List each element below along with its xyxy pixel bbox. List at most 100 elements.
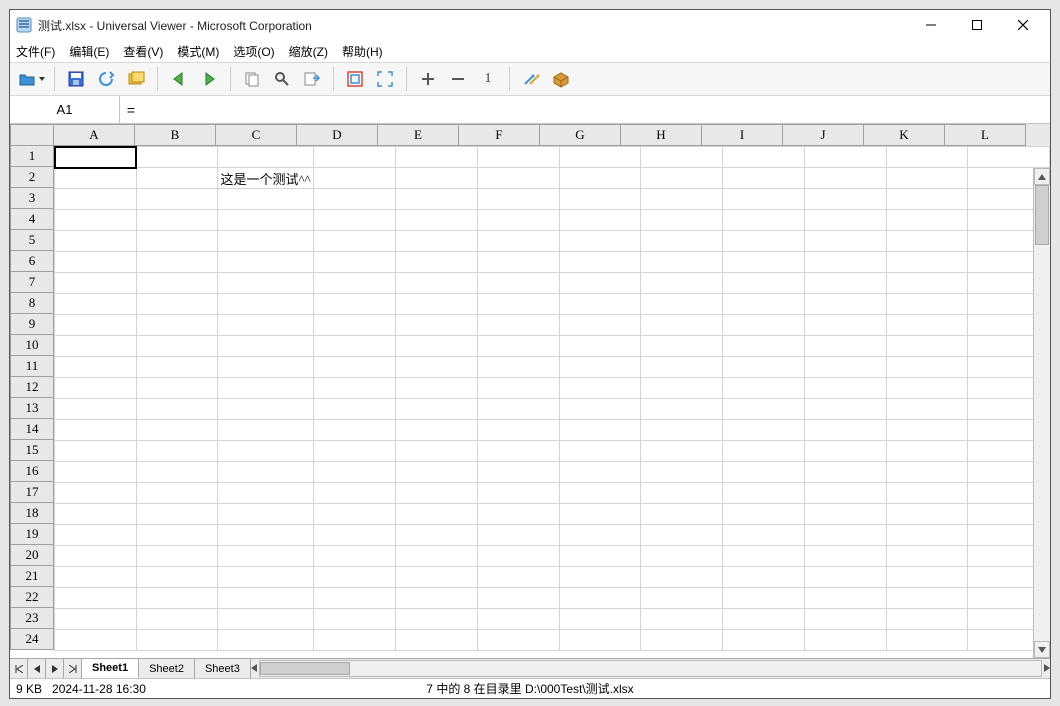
cell-G3[interactable] xyxy=(559,189,641,210)
cell-B24[interactable] xyxy=(136,630,218,651)
zoom-out-button[interactable] xyxy=(445,66,471,92)
cell-E24[interactable] xyxy=(396,630,478,651)
cell-K21[interactable] xyxy=(886,567,968,588)
hscroll-left-arrow[interactable] xyxy=(251,663,257,675)
cell-K9[interactable] xyxy=(886,315,968,336)
tab-nav-prev[interactable] xyxy=(28,659,46,678)
cell-I7[interactable] xyxy=(723,273,805,294)
cell-E7[interactable] xyxy=(396,273,478,294)
hscroll-thumb[interactable] xyxy=(260,662,350,675)
cell-E9[interactable] xyxy=(396,315,478,336)
cell-C22[interactable] xyxy=(218,588,314,609)
cell-B14[interactable] xyxy=(136,420,218,441)
cell-E2[interactable] xyxy=(396,168,478,189)
col-header-I[interactable]: I xyxy=(702,124,783,146)
cell-C21[interactable] xyxy=(218,567,314,588)
cell-A22[interactable] xyxy=(55,588,137,609)
cell-J20[interactable] xyxy=(804,546,886,567)
cell-G10[interactable] xyxy=(559,336,641,357)
row-header-17[interactable]: 17 xyxy=(10,482,54,503)
cell-D20[interactable] xyxy=(314,546,396,567)
cell-I2[interactable] xyxy=(723,168,805,189)
cell-E16[interactable] xyxy=(396,462,478,483)
cell-I20[interactable] xyxy=(723,546,805,567)
cell-J2[interactable] xyxy=(804,168,886,189)
cell-A17[interactable] xyxy=(55,483,137,504)
fit-window-button[interactable] xyxy=(342,66,368,92)
cell-I22[interactable] xyxy=(723,588,805,609)
row-header-12[interactable]: 12 xyxy=(10,377,54,398)
cell-H11[interactable] xyxy=(641,357,723,378)
row-header-6[interactable]: 6 xyxy=(10,251,54,272)
cell-I16[interactable] xyxy=(723,462,805,483)
sheet-tab-sheet1[interactable]: Sheet1 xyxy=(82,659,139,678)
cell-F5[interactable] xyxy=(477,231,559,252)
tab-nav-first[interactable] xyxy=(10,659,28,678)
cell-B12[interactable] xyxy=(136,378,218,399)
nav-back-button[interactable] xyxy=(166,66,192,92)
cell-I14[interactable] xyxy=(723,420,805,441)
cell-F7[interactable] xyxy=(477,273,559,294)
cell-J23[interactable] xyxy=(804,609,886,630)
cell-H9[interactable] xyxy=(641,315,723,336)
cell-F10[interactable] xyxy=(477,336,559,357)
tab-nav-next[interactable] xyxy=(46,659,64,678)
cell-E14[interactable] xyxy=(396,420,478,441)
row-header-9[interactable]: 9 xyxy=(10,314,54,335)
cell-J21[interactable] xyxy=(804,567,886,588)
cell-L1[interactable] xyxy=(968,147,1050,168)
cell-C3[interactable] xyxy=(218,189,314,210)
copy-button[interactable] xyxy=(239,66,265,92)
cell-G11[interactable] xyxy=(559,357,641,378)
cell-G23[interactable] xyxy=(559,609,641,630)
cell-F1[interactable] xyxy=(477,147,559,168)
cell-A24[interactable] xyxy=(55,630,137,651)
menu-edit[interactable]: 编辑(E) xyxy=(69,43,109,60)
cell-C16[interactable] xyxy=(218,462,314,483)
zoom-in-button[interactable] xyxy=(415,66,441,92)
cell-A16[interactable] xyxy=(55,462,137,483)
cell-name-box[interactable]: A1 xyxy=(10,96,120,123)
cell-C23[interactable] xyxy=(218,609,314,630)
menu-file[interactable]: 文件(F) xyxy=(16,43,55,60)
goto-button[interactable] xyxy=(299,66,325,92)
col-header-G[interactable]: G xyxy=(540,124,621,146)
cell-H24[interactable] xyxy=(641,630,723,651)
cell-H10[interactable] xyxy=(641,336,723,357)
cell-F15[interactable] xyxy=(477,441,559,462)
cell-B6[interactable] xyxy=(136,252,218,273)
cell-G17[interactable] xyxy=(559,483,641,504)
cell-F12[interactable] xyxy=(477,378,559,399)
cell-E6[interactable] xyxy=(396,252,478,273)
cell-K11[interactable] xyxy=(886,357,968,378)
cell-K4[interactable] xyxy=(886,210,968,231)
menu-zoom[interactable]: 缩放(Z) xyxy=(289,43,328,60)
row-header-24[interactable]: 24 xyxy=(10,629,54,650)
cell-K13[interactable] xyxy=(886,399,968,420)
cell-E11[interactable] xyxy=(396,357,478,378)
cell-F17[interactable] xyxy=(477,483,559,504)
cell-A19[interactable] xyxy=(55,525,137,546)
cell-B15[interactable] xyxy=(136,441,218,462)
minimize-button[interactable] xyxy=(908,10,954,40)
cell-F22[interactable] xyxy=(477,588,559,609)
cell-A4[interactable] xyxy=(55,210,137,231)
cell-A9[interactable] xyxy=(55,315,137,336)
cell-G7[interactable] xyxy=(559,273,641,294)
row-header-11[interactable]: 11 xyxy=(10,356,54,377)
cell-E1[interactable] xyxy=(396,147,478,168)
cell-H5[interactable] xyxy=(641,231,723,252)
cell-D19[interactable] xyxy=(314,525,396,546)
cell-J15[interactable] xyxy=(804,441,886,462)
cell-E12[interactable] xyxy=(396,378,478,399)
cell-C6[interactable] xyxy=(218,252,314,273)
cell-C2[interactable]: 这是一个测试^^ xyxy=(218,168,314,189)
row-header-21[interactable]: 21 xyxy=(10,566,54,587)
cell-H18[interactable] xyxy=(641,504,723,525)
cell-B3[interactable] xyxy=(136,189,218,210)
cell-G15[interactable] xyxy=(559,441,641,462)
cell-A12[interactable] xyxy=(55,378,137,399)
cell-B17[interactable] xyxy=(136,483,218,504)
cell-D13[interactable] xyxy=(314,399,396,420)
cell-E19[interactable] xyxy=(396,525,478,546)
